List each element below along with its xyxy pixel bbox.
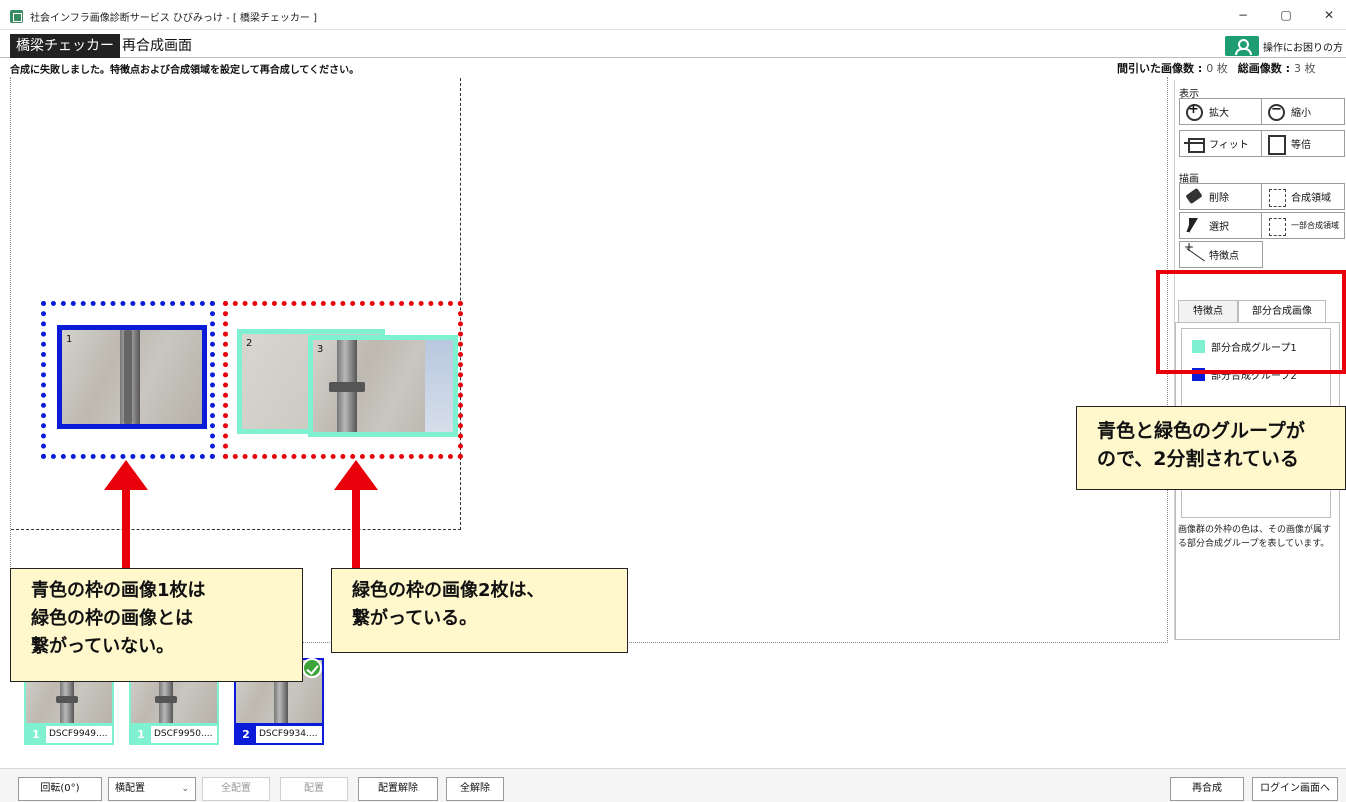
partial-compose-area-button[interactable]: 一部合成領域 [1261, 212, 1345, 239]
feature-point-button[interactable]: 特徴点 [1179, 240, 1263, 268]
app-icon [10, 10, 23, 23]
select-button[interactable]: 選択 [1179, 212, 1263, 239]
thinned-count-label: 間引いた画像数 : [1117, 62, 1203, 75]
window-title-bar: 社会インフラ画像診断サービス ひびみっけ - [ 橋梁チェッカー ] − ▢ ✕ [0, 0, 1346, 30]
minimize-button[interactable]: − [1228, 5, 1258, 25]
eraser-icon [1185, 188, 1205, 206]
blue-group-outline [41, 301, 215, 459]
recompose-button[interactable]: 再合成 [1170, 777, 1244, 801]
help-label: 操作にお困りの方 [1263, 42, 1343, 54]
thumbnail-filename: DSCF9949.... [46, 726, 112, 743]
close-button[interactable]: ✕ [1314, 5, 1344, 25]
zoom-in-button[interactable]: 拡大 [1179, 98, 1263, 125]
select-label: 選択 [1209, 222, 1229, 233]
partial-compose-area-label: 一部合成領域 [1291, 221, 1339, 230]
image-counts: 間引いた画像数 : 0 枚 総画像数 : 3 枚 [1117, 60, 1315, 76]
status-message: 合成に失敗しました。特徴点および合成領域を設定して再合成してください。 [10, 65, 360, 76]
group-note: 画像群の外枠の色は、その画像が属する部分合成グループを表しています。 [1178, 525, 1332, 549]
delete-button[interactable]: 削除 [1179, 183, 1263, 210]
red-group-outline [223, 301, 463, 459]
annotation-middle: 緑色の枠の画像2枚は、 繋がっている。 [331, 568, 628, 653]
delete-label: 削除 [1209, 193, 1229, 204]
restore-button[interactable]: ▢ [1271, 5, 1301, 25]
screen-title: 再合成画面 [122, 38, 192, 54]
place-all-button[interactable]: 全配置 [202, 777, 270, 801]
feature-point-label: 特徴点 [1209, 251, 1239, 262]
thumbnail-filename: DSCF9934.... [256, 726, 322, 743]
chevron-down-icon: ⌄ [181, 784, 189, 794]
zoom-in-icon [1185, 102, 1205, 121]
zoom-in-label: 拡大 [1209, 108, 1229, 119]
compose-area-label: 合成領域 [1291, 193, 1331, 204]
arrow-shaft [122, 488, 130, 570]
layout-select[interactable]: 横配置 ⌄ [108, 777, 196, 801]
actual-size-button[interactable]: 等倍 [1261, 130, 1345, 157]
zoom-out-icon [1267, 102, 1287, 121]
compose-canvas[interactable]: 1 2 3 [10, 77, 1168, 643]
total-count-label: 総画像数 : [1237, 62, 1290, 75]
help-button[interactable]: 操作にお困りの方 [1225, 36, 1346, 56]
cursor-icon [1185, 217, 1205, 235]
highlight-frame [1156, 270, 1346, 374]
arrow-shaft [352, 488, 360, 570]
fit-icon [1184, 135, 1205, 153]
dotted-rect-icon [1267, 217, 1287, 236]
total-count-value: 3 枚 [1293, 62, 1316, 75]
dotted-rect-icon [1267, 188, 1287, 207]
rotate-button[interactable]: 回転(0°) [18, 777, 102, 801]
annotation-right: 青色と緑色のグループが ので、2分割されている [1076, 406, 1346, 490]
feature-point-icon [1184, 240, 1205, 264]
arrow-up-icon [104, 460, 148, 490]
release-all-button[interactable]: 全解除 [446, 777, 504, 801]
unplace-button[interactable]: 配置解除 [358, 777, 438, 801]
thumbnail-group-number: 2 [236, 726, 256, 743]
bottom-toolbar: 回転(0°) 横配置 ⌄ 全配置 配置 配置解除 全解除 再合成 ログイン画面へ [0, 768, 1346, 802]
annotation-left: 青色の枠の画像1枚は 緑色の枠の画像とは 繋がっていない。 [10, 568, 303, 682]
thumbnail-group-number: 1 [26, 726, 46, 743]
check-icon [302, 658, 322, 678]
login-screen-button[interactable]: ログイン画面へ [1252, 777, 1338, 801]
thumbnail-group-number: 1 [131, 726, 151, 743]
arrow-up-icon [334, 460, 378, 490]
person-icon [1225, 36, 1259, 56]
compose-area-button[interactable]: 合成領域 [1261, 183, 1345, 210]
window-title: 社会インフラ画像診断サービス ひびみっけ - [ 橋梁チェッカー ] [30, 13, 318, 24]
fit-label: フィット [1209, 140, 1249, 151]
thumbnail-filename: DSCF9950.... [151, 726, 217, 743]
zoom-out-label: 縮小 [1291, 108, 1311, 119]
place-button[interactable]: 配置 [280, 777, 348, 801]
actual-size-label: 等倍 [1291, 140, 1311, 151]
thinned-count-value: 0 枚 [1206, 62, 1228, 75]
app-name: 橋梁チェッカー [10, 34, 120, 58]
actual-size-icon [1267, 134, 1287, 155]
layout-select-value: 横配置 [115, 783, 145, 794]
zoom-out-button[interactable]: 縮小 [1261, 98, 1345, 125]
app-header: 橋梁チェッカー 再合成画面 操作にお困りの方 [0, 34, 1346, 58]
fit-button[interactable]: フィット [1179, 130, 1263, 157]
